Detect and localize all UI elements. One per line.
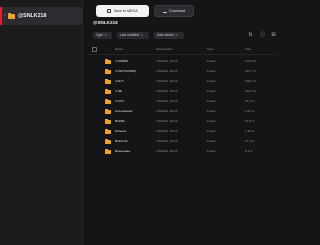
row-size: 136.1 G — [245, 79, 257, 83]
main-panel: Save to MEGA Download @SNLK218 Type ▼ Las… — [83, 0, 280, 245]
header-type[interactable]: Type — [207, 45, 214, 53]
type-filter[interactable]: Type ▼ — [93, 32, 112, 39]
row-date: 7/3/2022, 20:23 — [156, 139, 178, 143]
row-date: 7/3/2022, 20:23 — [156, 129, 178, 133]
row-date: 7/3/2022, 20:23 — [156, 89, 178, 93]
last-modified-filter[interactable]: Last modified ▼ — [117, 32, 149, 39]
folder-icon — [105, 99, 111, 104]
table-row[interactable]: 4 (NOTCOINS) 7/3/2022, 20:23 Folder 427.7 G — [83, 67, 280, 76]
row-name: 4 ЛЕ — [115, 89, 122, 93]
row-type: Folder — [207, 139, 216, 143]
table-row[interactable]: 4 ЛЕ 7/3/2022, 20:23 Folder 183.2 G — [83, 87, 280, 96]
row-name: 4 ALT! — [115, 79, 124, 83]
download-label: Download — [169, 9, 186, 13]
sidebar-item-snlk218[interactable]: › @SNLK218 — [0, 7, 83, 25]
grid-view-icon[interactable]: ⊞ — [270, 32, 277, 39]
breadcrumb[interactable]: @SNLK218 — [93, 20, 118, 26]
row-type: Folder — [207, 79, 216, 83]
folder-icon — [8, 12, 15, 19]
header-divider — [88, 54, 278, 55]
sort-icon[interactable]: ⇅ — [247, 32, 254, 39]
row-date: 7/3/2022, 20:23 — [156, 59, 178, 63]
folder-icon — [105, 139, 111, 144]
table-row[interactable]: 4 ОКВЭЛ 7/3/2022, 20:23 Folder 136.8 G — [83, 57, 280, 66]
folder-icon — [105, 129, 111, 134]
row-name: Военщина — [115, 149, 130, 153]
row-date: 7/3/2022, 20:23 — [156, 99, 178, 103]
row-date: 7/3/2022, 20:23 — [156, 69, 178, 73]
download-icon — [162, 9, 167, 13]
row-type: Folder — [207, 119, 216, 123]
row-size: 27.4 G — [245, 139, 255, 143]
folder-icon — [105, 69, 111, 74]
row-name: Ассоциации — [115, 109, 133, 113]
row-type: Folder — [207, 89, 216, 93]
row-date: 7/3/2022, 20:23 — [156, 109, 178, 113]
folder-icon — [105, 119, 111, 124]
row-type: Folder — [207, 99, 216, 103]
cloud-icon — [107, 9, 112, 13]
row-name: 4 ОКВЭЛ — [115, 59, 129, 63]
select-all-checkbox[interactable] — [92, 46, 97, 52]
row-name: 4 СТО — [115, 99, 124, 103]
date-added-filter[interactable]: Date added ▼ — [154, 32, 184, 39]
row-size: 87.6 G — [245, 119, 255, 123]
folder-icon — [105, 149, 111, 154]
row-name: Screens — [115, 129, 127, 133]
row-date: 7/3/2022, 20:23 — [156, 119, 178, 123]
table-row[interactable]: Screens 7/3/2022, 20:23 Folder 1.26 G — [83, 127, 280, 136]
chevron-down-icon: ▼ — [140, 34, 144, 37]
save-to-mega-label: Save to MEGA — [113, 9, 138, 13]
date-added-filter-label: Date added — [157, 33, 174, 37]
row-size: 183.2 G — [245, 89, 257, 93]
sort-indicator-icon: ↑ — [106, 47, 108, 51]
type-filter-label: Type — [96, 33, 103, 37]
chevron-down-icon: ▼ — [104, 34, 107, 37]
row-size: 64.4 G — [245, 99, 255, 103]
row-size: 1.26 G — [245, 129, 255, 133]
row-name: Всё/Во — [115, 119, 125, 123]
table-row[interactable]: Ассоциации 7/3/2022, 20:23 Folder 2.01 G — [83, 107, 280, 116]
table-row[interactable]: 4 СТО 7/3/2022, 20:23 Folder 64.4 G — [83, 97, 280, 106]
header-name[interactable]: Name — [115, 45, 123, 53]
table-row[interactable]: Военщина 7/3/2022, 20:23 Folder 8.1 G — [83, 147, 280, 156]
sidebar-item-label: @SNLK218 — [18, 13, 47, 19]
last-modified-filter-label: Last modified — [120, 33, 139, 37]
folder-icon — [105, 79, 111, 84]
table-row[interactable]: Всё/Во 7/3/2022, 20:23 Folder 87.6 G — [83, 117, 280, 126]
download-button[interactable]: Download — [154, 5, 194, 17]
row-date: 7/3/2022, 20:23 — [156, 79, 178, 83]
row-size: 8.1 G — [245, 149, 253, 153]
row-size: 427.7 G — [245, 69, 257, 73]
folder-icon — [105, 89, 111, 94]
chevron-down-icon: ▼ — [174, 34, 178, 37]
row-type: Folder — [207, 109, 216, 113]
save-to-mega-button[interactable]: Save to MEGA — [96, 5, 149, 17]
info-icon[interactable]: ⓘ — [259, 32, 266, 39]
folder-icon — [105, 109, 111, 114]
folder-icon — [105, 59, 111, 64]
row-size: 136.8 G — [245, 59, 257, 63]
row-type: Folder — [207, 59, 216, 63]
row-name: Всё/Стас — [115, 139, 129, 143]
sidebar: › @SNLK218 — [0, 0, 83, 245]
table-row[interactable]: 4 ALT! 7/3/2022, 20:23 Folder 136.1 G — [83, 77, 280, 86]
row-size: 2.01 G — [245, 109, 255, 113]
row-type: Folder — [207, 69, 216, 73]
table-row[interactable]: Всё/Стас 7/3/2022, 20:23 Folder 27.4 G — [83, 137, 280, 146]
header-date-added[interactable]: Date added — [156, 45, 172, 53]
row-type: Folder — [207, 149, 216, 153]
chevron-right-icon[interactable]: › — [4, 12, 6, 20]
row-date: 7/3/2022, 20:23 — [156, 149, 178, 153]
table-header: ↑ Name Date added Type Size — [83, 45, 280, 53]
header-size[interactable]: Size — [245, 45, 251, 53]
row-name: 4 (NOTCOINS) — [115, 69, 136, 73]
selected-indicator — [0, 7, 2, 25]
row-type: Folder — [207, 129, 216, 133]
